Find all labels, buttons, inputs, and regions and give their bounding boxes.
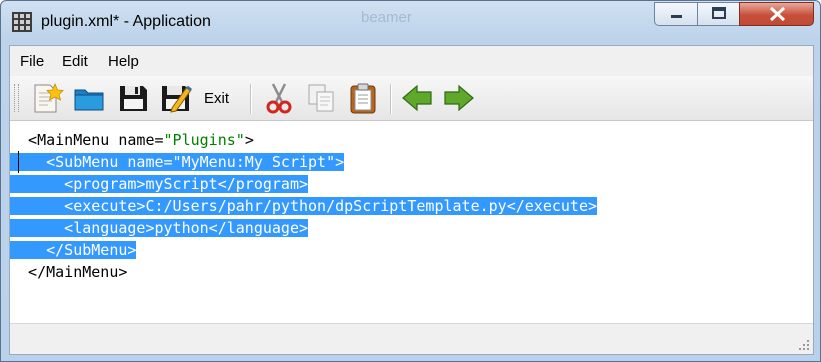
xml-editor[interactable]: <MainMenu name="Plugins"> <SubMenu name=… <box>10 121 813 324</box>
new-file-button[interactable] <box>30 81 64 115</box>
background-window-text: beamer <box>361 9 412 26</box>
minimize-icon <box>671 15 682 18</box>
code-text: > <box>244 131 254 149</box>
code-line: </MainMenu> <box>10 261 127 283</box>
selected-code-text: <SubMenu name="MyMenu:My Script"> <box>10 153 345 171</box>
maximize-icon <box>712 7 726 19</box>
maximize-button[interactable] <box>697 2 740 26</box>
new-file-icon <box>34 82 64 113</box>
minimize-button[interactable] <box>654 2 698 26</box>
cut-button[interactable] <box>262 81 296 115</box>
copy-icon <box>308 84 334 112</box>
selected-code-text: <execute>C:/Users/pahr/python/dpScriptTe… <box>10 197 597 215</box>
back-arrow-icon <box>402 84 432 112</box>
save-button[interactable] <box>116 81 150 115</box>
status-bar <box>10 324 813 354</box>
close-icon <box>769 6 786 22</box>
text-caret <box>18 151 19 173</box>
menu-edit[interactable]: Edit <box>62 53 88 70</box>
window-title: plugin.xml* - Application <box>41 13 211 30</box>
code-line: <SubMenu name="MyMenu:My Script"> <box>10 151 345 173</box>
back-button[interactable] <box>400 81 434 115</box>
code-line: <execute>C:/Users/pahr/python/dpScriptTe… <box>10 195 597 217</box>
code-line: <MainMenu name="Plugins"> <box>10 129 254 151</box>
code-string: "Plugins" <box>163 131 245 149</box>
open-folder-button[interactable] <box>72 81 106 115</box>
resize-grip-icon[interactable] <box>798 339 810 351</box>
open-folder-icon <box>74 89 104 111</box>
application-window: plugin.xml* - Application beamer File Ed… <box>0 0 821 362</box>
code-text: <MainMenu name= <box>10 131 164 149</box>
exit-button[interactable]: Exit <box>204 90 229 107</box>
paste-icon <box>350 83 376 114</box>
menu-bar: File Edit Help <box>10 46 813 76</box>
menu-help[interactable]: Help <box>108 53 139 70</box>
toolbar-separator <box>250 84 252 114</box>
selected-code-text: <program>myScript</program> <box>10 175 309 193</box>
forward-arrow-icon <box>444 84 474 112</box>
client-area: File Edit Help Exit <MainMenu name="Plug… <box>9 45 814 355</box>
cut-icon <box>266 83 292 114</box>
save-as-icon <box>162 85 192 113</box>
selected-code-text: </SubMenu> <box>10 241 137 259</box>
code-line: <language>python</language> <box>10 217 309 239</box>
save-as-button[interactable] <box>158 81 192 115</box>
paste-button[interactable] <box>346 81 380 115</box>
toolbar-grip[interactable] <box>14 84 19 112</box>
code-text: </MainMenu> <box>10 263 128 281</box>
app-grid-icon <box>12 12 32 32</box>
code-line: <program>myScript</program> <box>10 173 309 195</box>
code-line: </SubMenu> <box>10 239 137 261</box>
close-button[interactable] <box>739 2 814 26</box>
toolbar: Exit <box>10 76 813 121</box>
menu-file[interactable]: File <box>20 53 44 70</box>
selected-code-text: <language>python</language> <box>10 219 309 237</box>
copy-button[interactable] <box>304 81 338 115</box>
forward-button[interactable] <box>442 81 476 115</box>
save-icon <box>120 86 147 111</box>
title-bar[interactable]: plugin.xml* - Application beamer <box>1 1 820 45</box>
toolbar-separator <box>390 84 392 114</box>
